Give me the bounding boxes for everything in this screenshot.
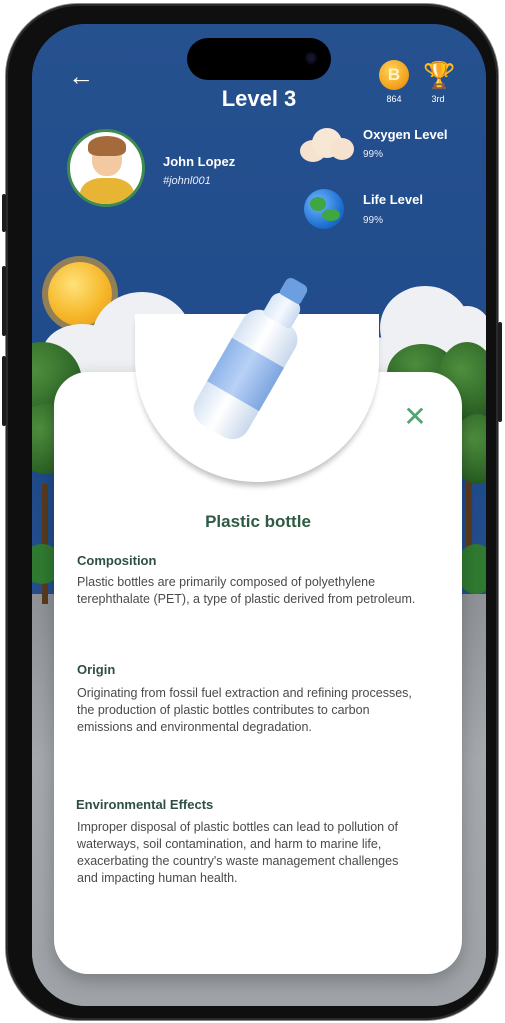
avatar[interactable] [67, 129, 145, 207]
back-arrow-icon[interactable]: ← [68, 63, 98, 89]
rank-stat[interactable]: 🏆 3rd [421, 60, 455, 104]
cloud-icon [300, 128, 354, 162]
life-value: 99% [363, 215, 384, 226]
section-body-composition: Plastic bottles are primarily composed o… [77, 575, 416, 606]
oxygen-label: Oxygen Level [363, 127, 448, 142]
life-label: Life Level [363, 192, 423, 207]
level-title: Level 3 [221, 86, 297, 111]
section-heading-environmental-effects: Environmental Effects [76, 797, 214, 812]
app-screen: ← Level 3 B 864 🏆 3rd John Lopez #johnl0… [32, 24, 486, 1006]
section-heading-origin: Origin [77, 662, 116, 677]
camera-dot [305, 52, 317, 64]
power-button [498, 322, 502, 422]
volume-up-button [2, 266, 6, 336]
volume-down-button [2, 356, 6, 426]
coin-icon: B [379, 60, 409, 90]
phone-frame: ← Level 3 B 864 🏆 3rd John Lopez #johnl0… [2, 4, 502, 1020]
card-title: Plastic bottle [205, 512, 311, 531]
rank-value: 3rd [431, 94, 445, 104]
section-heading-composition: Composition [77, 553, 157, 568]
globe-icon [304, 189, 344, 229]
trophy-icon: 🏆 [423, 60, 456, 90]
user-name: John Lopez [163, 154, 236, 169]
mute-switch [2, 194, 6, 232]
user-handle: #johnl001 [163, 175, 211, 187]
close-icon[interactable]: ✕ [402, 403, 428, 431]
coin-stat[interactable]: B 864 [376, 60, 412, 104]
section-body-environmental-effects: Improper disposal of plastic bottles can… [77, 820, 399, 885]
oxygen-value: 99% [363, 149, 384, 160]
section-body-origin: Originating from fossil fuel extraction … [77, 686, 412, 734]
dynamic-island [187, 38, 331, 80]
coin-count: 864 [386, 94, 402, 104]
